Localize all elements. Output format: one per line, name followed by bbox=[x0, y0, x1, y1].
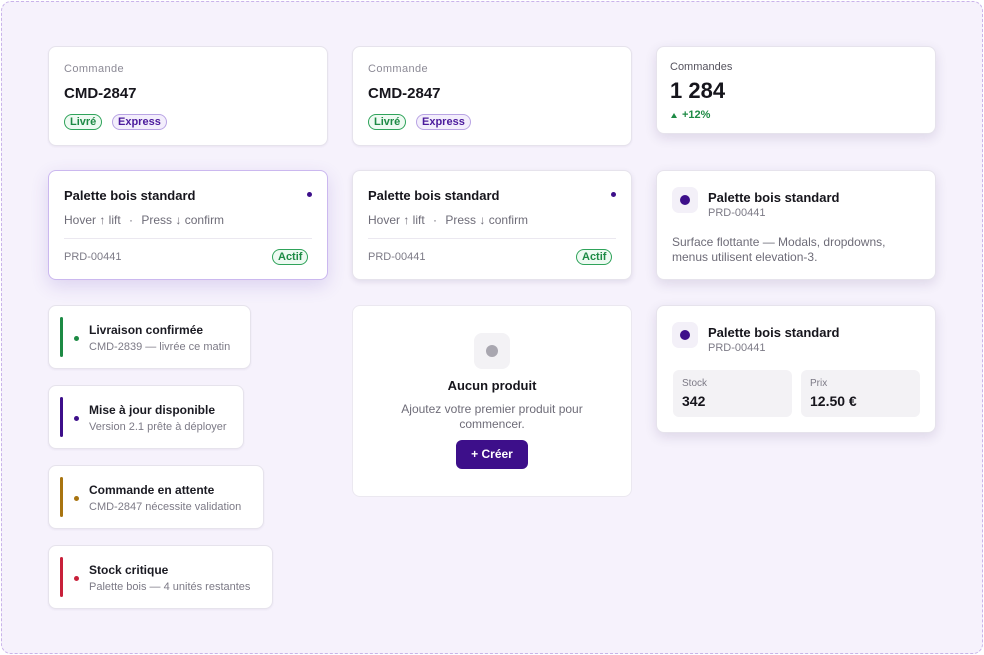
notification-accent-bar bbox=[60, 397, 63, 437]
notification-item[interactable]: Stock critique Palette bois — 4 unités r… bbox=[48, 545, 273, 609]
press-hint: Press ↓ confirm bbox=[141, 213, 225, 227]
notification-accent-bar bbox=[60, 557, 63, 597]
price-stat: Prix 12.50 € bbox=[801, 370, 920, 417]
hint-separator: · bbox=[129, 213, 134, 227]
order-id: CMD-2847 bbox=[64, 85, 137, 102]
status-dot-icon bbox=[611, 192, 616, 197]
product-name: Palette bois standard bbox=[368, 188, 500, 203]
product-icon bbox=[672, 322, 698, 348]
create-button[interactable]: + Créer bbox=[456, 440, 528, 469]
product-icon bbox=[672, 187, 698, 213]
product-sku: PRD-00441 bbox=[64, 251, 122, 263]
notification-title: Livraison confirmée bbox=[89, 323, 204, 337]
empty-state-card: Aucun produit Ajoutez votre premier prod… bbox=[352, 305, 632, 497]
metric-value: 1 284 bbox=[670, 78, 726, 103]
status-badge-express: Express bbox=[416, 114, 471, 130]
metric-delta: +12% bbox=[682, 109, 711, 121]
product-sku: PRD-00441 bbox=[368, 251, 426, 263]
status-dot-icon bbox=[74, 496, 79, 501]
divider bbox=[368, 238, 616, 239]
product-card[interactable]: Palette bois standard Hover ↑ lift · Pre… bbox=[352, 170, 632, 280]
order-id: CMD-2847 bbox=[368, 85, 441, 102]
notification-subtitle: CMD-2839 — livrée ce matin bbox=[89, 341, 231, 353]
trend-up-icon bbox=[671, 113, 677, 118]
product-name: Palette bois standard bbox=[64, 188, 196, 203]
product-description: Surface flottante — Modals, dropdowns, bbox=[672, 235, 886, 249]
empty-state-message: commencer. bbox=[459, 417, 525, 431]
notification-subtitle: CMD-2847 nécessite validation bbox=[89, 501, 242, 513]
stock-stat: Stock 342 bbox=[673, 370, 792, 417]
press-hint: Press ↓ confirm bbox=[445, 213, 529, 227]
notification-accent-bar bbox=[60, 317, 63, 357]
product-description: menus utilisent elevation-3. bbox=[672, 250, 818, 264]
metric-label: Commandes bbox=[670, 61, 733, 73]
notification-subtitle: Version 2.1 prête à déployer bbox=[89, 421, 227, 433]
notification-item[interactable]: Livraison confirmée CMD-2839 — livrée ce… bbox=[48, 305, 251, 369]
interaction-hint: Hover ↑ lift · Press ↓ confirm bbox=[64, 213, 224, 227]
notification-item[interactable]: Mise à jour disponible Version 2.1 prête… bbox=[48, 385, 244, 449]
floating-product-card[interactable]: Palette bois standard PRD-00441 Surface … bbox=[656, 170, 936, 280]
product-sku: PRD-00441 bbox=[708, 342, 766, 354]
order-label: Commande bbox=[64, 63, 125, 75]
empty-state-message: Ajoutez votre premier produit pour bbox=[401, 402, 583, 416]
status-badge-express: Express bbox=[112, 114, 167, 130]
notification-accent-bar bbox=[60, 477, 63, 517]
product-sku: PRD-00441 bbox=[708, 207, 766, 219]
status-dot-icon bbox=[307, 192, 312, 197]
status-badge-active: Actif bbox=[576, 249, 613, 265]
notification-item[interactable]: Commande en attente CMD-2847 nécessite v… bbox=[48, 465, 264, 529]
order-card[interactable]: Commande CMD-2847 Livré Express bbox=[352, 46, 632, 146]
status-badge-delivered: Livré bbox=[368, 114, 407, 130]
price-label: Prix bbox=[810, 378, 828, 389]
status-dot-icon bbox=[74, 576, 79, 581]
status-dot-icon bbox=[74, 416, 79, 421]
status-dot-icon bbox=[74, 336, 79, 341]
product-name: Palette bois standard bbox=[708, 325, 840, 340]
empty-box-icon bbox=[474, 333, 510, 369]
status-badge-active: Actif bbox=[272, 249, 309, 265]
status-badge-delivered: Livré bbox=[64, 114, 103, 130]
hint-separator: · bbox=[433, 213, 438, 227]
notification-title: Mise à jour disponible bbox=[89, 403, 216, 417]
notification-subtitle: Palette bois — 4 unités restantes bbox=[89, 581, 251, 593]
interaction-hint: Hover ↑ lift · Press ↓ confirm bbox=[368, 213, 528, 227]
order-label: Commande bbox=[368, 63, 429, 75]
divider bbox=[64, 238, 312, 239]
stock-value: 342 bbox=[682, 393, 706, 409]
empty-state-title: Aucun produit bbox=[447, 378, 537, 393]
product-name: Palette bois standard bbox=[708, 190, 840, 205]
hover-hint: Hover ↑ lift bbox=[64, 213, 121, 227]
product-card-hovered[interactable]: Palette bois standard Hover ↑ lift · Pre… bbox=[48, 170, 328, 280]
metric-card: Commandes 1 284 +12% bbox=[656, 46, 936, 134]
notification-title: Commande en attente bbox=[89, 483, 215, 497]
stock-label: Stock bbox=[682, 378, 708, 389]
product-stats-card[interactable]: Palette bois standard PRD-00441 Stock 34… bbox=[656, 305, 936, 433]
hover-hint: Hover ↑ lift bbox=[368, 213, 425, 227]
order-card[interactable]: Commande CMD-2847 Livré Express bbox=[48, 46, 328, 146]
price-value: 12.50 € bbox=[810, 393, 857, 409]
notification-title: Stock critique bbox=[89, 563, 169, 577]
